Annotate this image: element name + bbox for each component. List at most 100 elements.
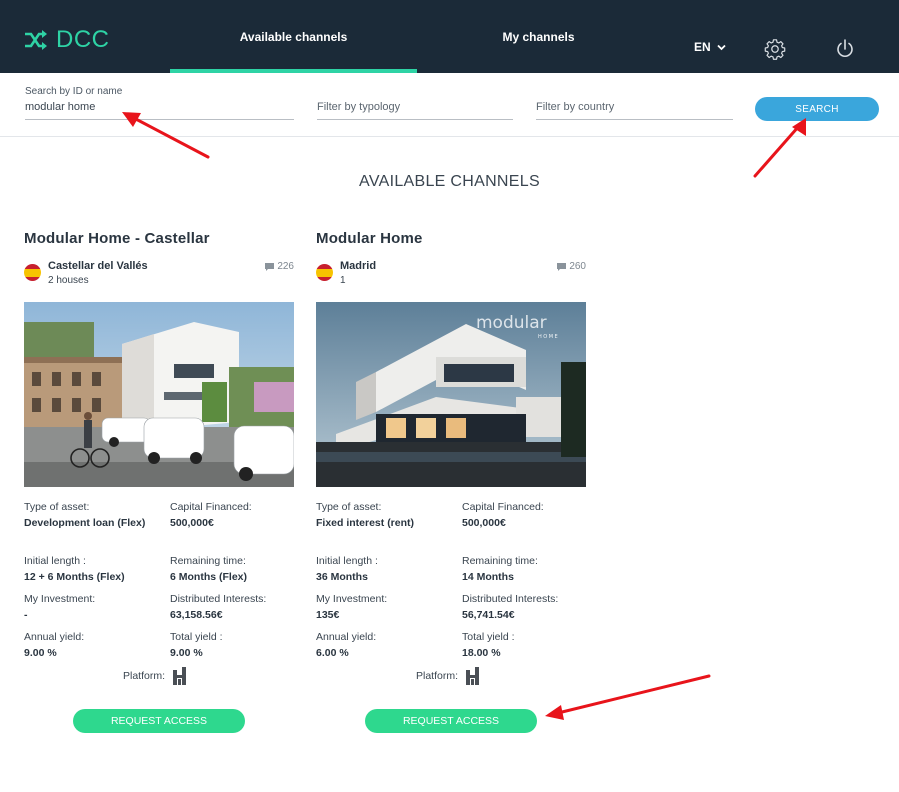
card-title[interactable]: Modular Home (316, 230, 586, 247)
comment-count[interactable]: 260 (557, 261, 586, 272)
stat-type-of-asset: Type of asset: Development loan (Flex) (24, 499, 154, 531)
stat-value: 18.00 % (462, 647, 501, 659)
tab-my-channels[interactable]: My channels (460, 0, 617, 73)
stat-remaining-time: Remaining time: 6 Months (Flex) (170, 553, 300, 585)
stat-label: Annual yield: (316, 631, 377, 643)
stat-value: 500,000€ (170, 517, 214, 529)
stat-value: 6.00 % (316, 647, 349, 659)
stat-initial-length: Initial length : 36 Months (316, 553, 446, 585)
stat-value: 36 Months (316, 571, 368, 583)
comment-icon (557, 262, 567, 271)
search-name-value: modular home (25, 101, 96, 113)
card-units: 1 (340, 275, 346, 286)
stat-label: Type of asset: (24, 501, 90, 513)
annotation-arrowhead (545, 705, 564, 720)
stat-label: Initial length : (316, 555, 378, 567)
search-name-input[interactable]: modular home (25, 100, 294, 120)
annotation-arrow (556, 674, 711, 715)
filter-typology-placeholder: Filter by typology (317, 101, 401, 113)
modular-house-render[interactable]: modular HOME (316, 302, 586, 487)
app-logo[interactable]: DCC (24, 26, 110, 54)
stat-total-yield: Total yield : 9.00 % (170, 629, 300, 661)
location-row: Castellar del Vallés 2 houses 226 (24, 260, 294, 290)
stat-total-yield: Total yield : 18.00 % (462, 629, 592, 661)
chevron-down-icon (717, 44, 726, 50)
platform-row: Platform: (123, 667, 188, 685)
platform-label: Platform: (416, 670, 459, 682)
stat-label: Distributed Interests: (462, 593, 559, 605)
request-access-button[interactable]: REQUEST ACCESS (73, 709, 245, 733)
app-name: DCC (56, 26, 110, 53)
card-title[interactable]: Modular Home - Castellar (24, 230, 294, 247)
image-watermark: modular (476, 313, 547, 333)
tab-available-channels[interactable]: Available channels (170, 0, 417, 73)
card-city: Castellar del Vallés (48, 260, 148, 272)
stat-label: My Investment: (24, 593, 96, 605)
stat-value: 6 Months (Flex) (170, 571, 248, 583)
channel-card: Modular Home - Castellar Castellar del V… (24, 230, 294, 733)
stat-value: 9.00 % (24, 647, 57, 659)
comment-icon (265, 262, 275, 271)
stat-type-of-asset: Type of asset: Fixed interest (rent) (316, 499, 446, 531)
stat-label: Total yield : (170, 631, 223, 643)
stat-annual-yield: Annual yield: 9.00 % (24, 629, 154, 661)
stat-value: 135€ (316, 609, 340, 621)
stat-label: Distributed Interests: (170, 593, 267, 605)
card-city: Madrid (340, 260, 377, 272)
comment-count[interactable]: 226 (265, 261, 294, 272)
language-selector[interactable]: EN (694, 40, 726, 54)
stat-capital-financed: Capital Financed: 500,000€ (462, 499, 592, 531)
stat-value: 56,741.54€ (462, 609, 515, 621)
filter-country-placeholder: Filter by country (536, 101, 615, 113)
comment-count-value: 260 (569, 261, 586, 272)
filter-country-input[interactable]: Filter by country (536, 100, 733, 120)
stat-capital-financed: Capital Financed: 500,000€ (170, 499, 300, 531)
stat-value: - (24, 609, 28, 621)
spain-flag-icon (24, 264, 41, 281)
platform-row: Platform: (416, 667, 481, 685)
stat-remaining-time: Remaining time: 14 Months (462, 553, 592, 585)
stat-my-investment: My Investment: 135€ (316, 591, 446, 623)
stat-label: Capital Financed: (170, 501, 252, 513)
section-title: AVAILABLE CHANNELS (359, 173, 540, 190)
platform-logo-icon[interactable] (465, 667, 481, 685)
shuffle-icon (25, 30, 47, 50)
stat-initial-length: Initial length : 12 + 6 Months (Flex) (24, 553, 154, 585)
stat-label: Initial length : (24, 555, 86, 567)
request-access-button[interactable]: REQUEST ACCESS (365, 709, 537, 733)
top-navigation-bar: DCC Available channels My channels EN (0, 0, 899, 73)
location-row: Madrid 1 260 (316, 260, 586, 290)
stat-distributed-interests: Distributed Interests: 63,158.56€ (170, 591, 300, 623)
stat-label: Total yield : (462, 631, 515, 643)
stat-annual-yield: Annual yield: 6.00 % (316, 629, 446, 661)
stat-label: Remaining time: (170, 555, 246, 567)
platform-logo-icon[interactable] (172, 667, 188, 685)
platform-label: Platform: (123, 670, 166, 682)
stat-value: 14 Months (462, 571, 514, 583)
stat-distributed-interests: Distributed Interests: 56,741.54€ (462, 591, 592, 623)
filter-typology-input[interactable]: Filter by typology (317, 100, 513, 120)
stat-label: Remaining time: (462, 555, 538, 567)
stat-value: Fixed interest (rent) (316, 517, 415, 529)
stat-value: 12 + 6 Months (Flex) (24, 571, 125, 583)
stat-value: Development loan (Flex) (24, 517, 146, 529)
stat-value: 63,158.56€ (170, 609, 223, 621)
stat-label: Capital Financed: (462, 501, 544, 513)
image-watermark-sub: HOME (538, 334, 559, 340)
stat-label: My Investment: (316, 593, 388, 605)
search-button[interactable]: SEARCH (755, 97, 879, 121)
stat-value: 500,000€ (462, 517, 506, 529)
search-name-label: Search by ID or name (25, 86, 123, 97)
spain-flag-icon (316, 264, 333, 281)
power-icon[interactable] (835, 39, 855, 60)
stat-label: Type of asset: (316, 501, 382, 513)
stat-my-investment: My Investment: - (24, 591, 154, 623)
construction-photo[interactable] (24, 302, 294, 487)
card-units: 2 houses (48, 275, 89, 286)
channel-card: Modular Home Madrid 1 260 modular HOME T… (316, 230, 586, 733)
stat-value: 9.00 % (170, 647, 203, 659)
stat-label: Annual yield: (24, 631, 85, 643)
gear-icon[interactable] (764, 38, 786, 60)
comment-count-value: 226 (277, 261, 294, 272)
language-label: EN (694, 40, 711, 54)
